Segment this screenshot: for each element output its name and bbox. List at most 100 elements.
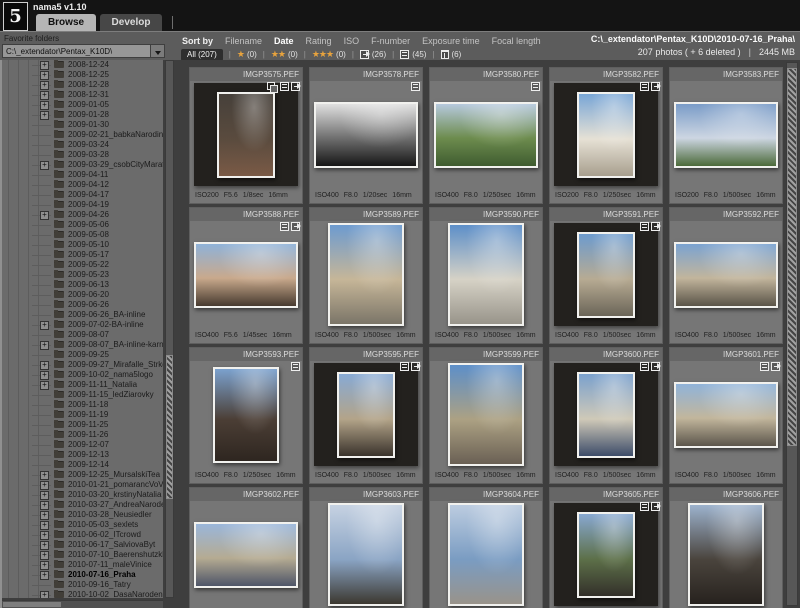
expand-plus-icon[interactable]: + <box>40 101 49 110</box>
folder-tree-item[interactable]: +2008-12-31 <box>2 90 163 100</box>
photo-thumbnail[interactable] <box>213 367 279 463</box>
folder-tree-item[interactable]: +2009-01-05 <box>2 100 163 110</box>
folder-tree-item[interactable]: +2008-12-28 <box>2 80 163 90</box>
expand-plus-icon[interactable]: + <box>40 161 49 170</box>
folder-tree-item[interactable]: 2009-05-17 <box>2 250 163 260</box>
photo-thumbnail[interactable] <box>314 102 418 168</box>
folder-tree-item[interactable]: 2009-05-10 <box>2 240 163 250</box>
folder-tree-item[interactable]: +2009-04-26 <box>2 210 163 220</box>
expand-plus-icon[interactable]: + <box>40 541 49 550</box>
filter-2-stars[interactable]: ★★(0) <box>271 50 298 59</box>
folder-tree-item[interactable]: 2009-05-06 <box>2 220 163 230</box>
expand-plus-icon[interactable]: + <box>40 501 49 510</box>
photo-cell[interactable]: IMGP3578.PEFISO400F8.01/20sec16mm <box>310 68 422 203</box>
folder-tree-item[interactable]: 2009-06-13 <box>2 280 163 290</box>
folder-tree-item[interactable]: 2009-12-13 <box>2 450 163 460</box>
sort-option-filename[interactable]: Filename <box>225 36 262 46</box>
folder-tree-item[interactable]: 2009-04-19 <box>2 200 163 210</box>
expand-plus-icon[interactable]: + <box>40 481 49 490</box>
folder-tree-item[interactable]: +2010-03-27_AndreaNarodeniny <box>2 500 163 510</box>
folder-tree-item[interactable]: 2010-09-16_Tatry <box>2 580 163 590</box>
folder-dropdown-button[interactable] <box>150 45 164 57</box>
folder-tree-item[interactable]: 2009-04-12 <box>2 180 163 190</box>
expand-plus-icon[interactable]: + <box>40 81 49 90</box>
expand-plus-icon[interactable]: + <box>40 381 49 390</box>
expand-plus-icon[interactable]: + <box>40 591 49 598</box>
folder-tree-item[interactable]: 2009-11-19 <box>2 410 163 420</box>
sort-option-iso[interactable]: ISO <box>344 36 360 46</box>
folder-tree-item[interactable]: +2010-07-10_Baerenshutzklamm <box>2 550 163 560</box>
photo-thumbnail[interactable] <box>328 503 404 606</box>
photo-thumbnail[interactable] <box>674 382 778 448</box>
folder-tree-item[interactable]: +2009-11-11_Natalia <box>2 380 163 390</box>
photo-thumbnail[interactable] <box>577 232 635 318</box>
folder-tree-item[interactable]: +2009-09-27_Mirafalle_Strkovec <box>2 360 163 370</box>
folder-tree-item[interactable]: 2009-04-17 <box>2 190 163 200</box>
photo-thumbnail[interactable] <box>194 242 298 308</box>
sort-option-exposure-time[interactable]: Exposure time <box>422 36 480 46</box>
photo-thumbnail[interactable] <box>674 242 778 308</box>
expand-plus-icon[interactable]: + <box>40 521 49 530</box>
folder-tree-item-selected[interactable]: +2010-07-16_Praha <box>2 570 163 580</box>
expand-plus-icon[interactable]: + <box>40 321 49 330</box>
expand-plus-icon[interactable]: + <box>40 211 49 220</box>
folder-tree-item[interactable]: 2009-05-08 <box>2 230 163 240</box>
expand-plus-icon[interactable]: + <box>40 531 49 540</box>
photo-cell[interactable]: IMGP3606.PEF <box>670 488 782 608</box>
expand-plus-icon[interactable]: + <box>40 491 49 500</box>
folder-tree-item[interactable]: +2010-07-11_maleVinice <box>2 560 163 570</box>
photo-cell[interactable]: IMGP3593.PEFISO400F8.01/250sec16mm <box>190 348 302 483</box>
folder-tree-item[interactable]: 2009-08-07 <box>2 330 163 340</box>
expand-plus-icon[interactable]: + <box>40 551 49 560</box>
folder-tree-item[interactable]: +2010-05-03_sexlets <box>2 520 163 530</box>
folder-tree-item[interactable]: 2009-11-18 <box>2 400 163 410</box>
expand-plus-icon[interactable]: + <box>40 561 49 570</box>
photo-cell[interactable]: IMGP3604.PEF <box>430 488 542 608</box>
photo-cell[interactable]: IMGP3605.PEF <box>550 488 662 608</box>
folder-tree-item[interactable]: +2010-03-20_krstinyNatalia <box>2 490 163 500</box>
photo-thumbnail[interactable] <box>217 92 275 178</box>
folder-tree-item[interactable]: +2008-12-24 <box>2 60 163 70</box>
folder-tree-item[interactable]: 2009-12-07 <box>2 440 163 450</box>
folder-tree-item[interactable]: +2009-10-02_nama5logo <box>2 370 163 380</box>
photo-cell[interactable]: IMGP3588.PEFISO400F5.61/45sec16mm <box>190 208 302 343</box>
folder-tree-item[interactable]: +2009-07-02-BA-inline <box>2 320 163 330</box>
folder-tree-item[interactable]: +2009-03-29_csobCityMaraton <box>2 160 163 170</box>
expand-plus-icon[interactable]: + <box>40 91 49 100</box>
photo-thumbnail[interactable] <box>674 102 778 168</box>
folder-tree-item[interactable]: 2009-03-24 <box>2 140 163 150</box>
photo-cell[interactable]: IMGP3592.PEFISO400F8.01/500sec16mm <box>670 208 782 343</box>
photo-cell[interactable]: IMGP3603.PEF <box>310 488 422 608</box>
photo-thumbnail[interactable] <box>688 503 764 606</box>
filter-3-stars[interactable]: ★★★(0) <box>312 50 346 59</box>
grid-scrollbar[interactable] <box>786 62 798 606</box>
photo-thumbnail[interactable] <box>577 512 635 598</box>
expand-plus-icon[interactable]: + <box>40 371 49 380</box>
photo-cell[interactable]: IMGP3591.PEFISO400F8.01/500sec16mm <box>550 208 662 343</box>
folder-tree-item[interactable]: 2009-11-25 <box>2 420 163 430</box>
photo-thumbnail[interactable] <box>448 363 524 466</box>
expand-plus-icon[interactable]: + <box>40 61 49 70</box>
sort-option-f-number[interactable]: F-number <box>371 36 410 46</box>
folder-dropdown[interactable]: C:\_extendator\Pentax_K10D\ <box>2 44 165 58</box>
sort-option-rating[interactable]: Rating <box>306 36 332 46</box>
photo-cell[interactable]: IMGP3602.PEF <box>190 488 302 608</box>
folder-tree-item[interactable]: 2009-06-20 <box>2 290 163 300</box>
folder-tree-item[interactable]: +2010-10-02_DasaNarodeniny <box>2 590 163 598</box>
filter-tag[interactable]: (45) <box>400 50 426 59</box>
folder-tree-item[interactable]: +2010-06-02_ITcrowd <box>2 530 163 540</box>
photo-cell[interactable]: IMGP3582.PEFISO200F8.01/250sec16mm <box>550 68 662 203</box>
sidebar-scrollbar-thumb[interactable] <box>166 355 173 499</box>
grid-scrollbar-thumb[interactable] <box>787 68 797 446</box>
photo-cell[interactable]: IMGP3600.PEFISO400F8.01/500sec16mm <box>550 348 662 483</box>
folder-tree-item[interactable]: 2009-01-30 <box>2 120 163 130</box>
photo-thumbnail[interactable] <box>434 102 538 168</box>
folder-tree-item[interactable]: 2009-05-22 <box>2 260 163 270</box>
folder-tree-item[interactable]: 2009-06-26 <box>2 300 163 310</box>
tab-browse[interactable]: Browse <box>36 14 96 31</box>
folder-tree-item[interactable]: +2010-06-17_SalviovaByt <box>2 540 163 550</box>
filter-1-stars[interactable]: ★(0) <box>237 50 257 59</box>
sort-option-date[interactable]: Date <box>274 36 294 46</box>
folder-tree-item[interactable]: 2009-11-15_ledZiarovky <box>2 390 163 400</box>
sidebar-horizontal-scrollbar[interactable] <box>2 600 163 608</box>
